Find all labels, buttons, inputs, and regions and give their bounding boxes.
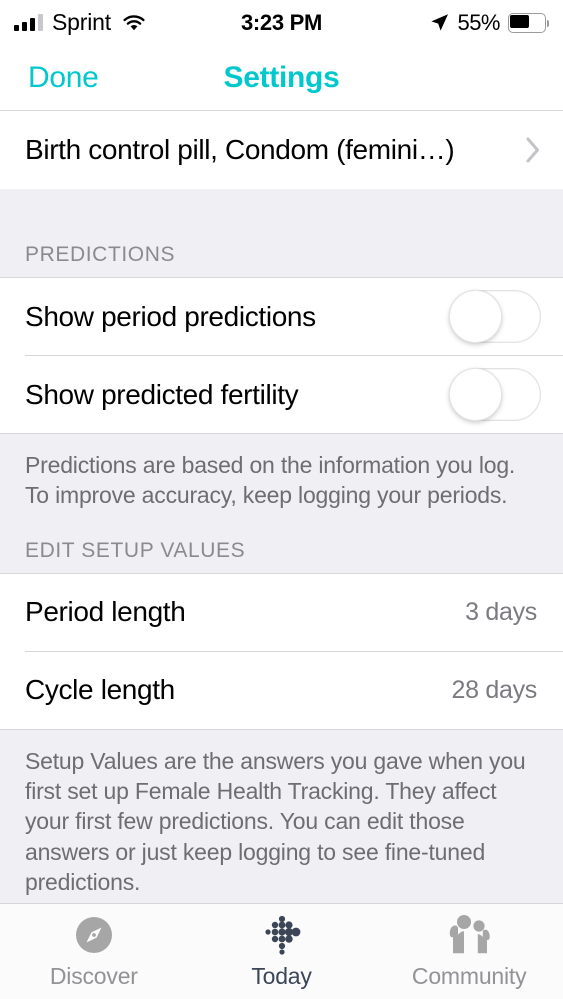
phone-screen: Sprint 3:23 PM 55% Done Settings Birth c… [0,0,563,999]
birth-control-label: Birth control pill, Condom (femini…) [25,134,455,165]
done-button[interactable]: Done [0,61,99,95]
toggle-knob [449,368,502,421]
cycle-length-label: Cycle length [25,674,175,706]
tab-discover-label: Discover [49,962,138,989]
predictions-header-label: PREDICTIONS [0,225,176,277]
period-length-row[interactable]: Period length 3 days [0,573,563,651]
setup-values-section-header: EDIT SETUP VALUES [0,526,563,573]
people-icon [446,914,492,956]
toggle-knob [449,290,502,343]
status-bar-left: Sprint [14,9,146,36]
compass-icon [74,914,114,956]
setup-values-header-label: EDIT SETUP VALUES [0,526,246,573]
period-length-label: Period length [25,596,186,628]
battery-icon [508,12,549,33]
tab-discover[interactable]: Discover [0,914,188,990]
show-period-predictions-label: Show period predictions [25,300,316,332]
period-length-value: 3 days [465,597,537,626]
tab-community-label: Community [411,962,527,989]
status-bar-right: 55% [430,10,549,36]
navigation-bar: Done Settings [0,45,563,111]
show-predicted-fertility-toggle[interactable] [449,368,541,421]
birth-control-row[interactable]: Birth control pill, Condom (femini…) [0,111,563,189]
cellular-signal-icon [14,14,43,31]
show-period-predictions-row[interactable]: Show period predictions [0,278,563,355]
battery-percent-label: 55% [457,9,500,35]
cycle-length-value: 28 days [451,675,538,704]
predictions-footer-text: Predictions are based on the information… [0,434,563,527]
wifi-icon [122,14,146,32]
show-period-predictions-toggle[interactable] [449,290,541,343]
carrier-name: Sprint [52,9,111,35]
chevron-right-icon [525,136,541,164]
tab-today-label: Today [251,962,312,989]
show-predicted-fertility-row[interactable]: Show predicted fertility [0,356,563,433]
predictions-section-header: PREDICTIONS [0,225,563,277]
show-predicted-fertility-label: Show predicted fertility [25,378,299,410]
cycle-length-row[interactable]: Cycle length 28 days [0,651,563,729]
tab-community[interactable]: Community [375,914,563,990]
tab-today[interactable]: Today [188,914,376,990]
settings-list: Birth control pill, Condom (femini…) PRE… [0,111,563,903]
predictions-group: Show period predictions Show predicted f… [0,278,563,433]
status-bar: Sprint 3:23 PM 55% [0,0,563,45]
tab-bar: Discover Today Community [0,903,563,999]
location-arrow-icon [430,13,449,32]
dot-diamond-icon [260,914,304,956]
section-gap [0,189,563,225]
setup-values-group: Period length 3 days Cycle length 28 day… [0,573,563,729]
setup-values-footer-text: Setup Values are the answers you gave wh… [0,729,563,903]
birth-control-group: Birth control pill, Condom (femini…) [0,111,563,189]
